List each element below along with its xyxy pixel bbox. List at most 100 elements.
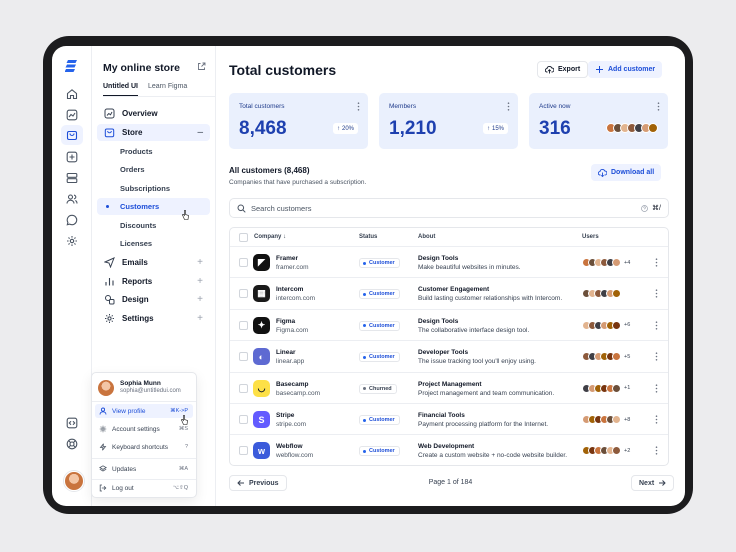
sidebar-subitem-products[interactable]: Products — [97, 143, 210, 160]
tab-learn-figma[interactable]: Learn Figma — [148, 83, 187, 96]
search-input[interactable]: Search customers ⌘/ — [229, 198, 669, 218]
more-vertical-icon[interactable] — [655, 321, 658, 330]
about-description: Project management and team communicatio… — [418, 389, 555, 397]
sidebar-subitem-orders[interactable]: Orders — [97, 161, 210, 178]
next-button[interactable]: Next — [631, 475, 675, 491]
layers-icon — [99, 465, 107, 473]
table-row[interactable]: S Stripe stripe.com Customer Financial Tools… — [230, 404, 668, 436]
row-checkbox[interactable] — [239, 352, 248, 362]
table-row[interactable]: ✦ Figma Figma.com Customer Design Tools The c… — [230, 310, 668, 342]
export-button[interactable]: Export — [537, 61, 589, 78]
select-all-checkbox[interactable] — [239, 233, 248, 242]
home-icon[interactable] — [66, 88, 78, 100]
expand-icon[interactable]: + — [197, 276, 203, 287]
more-vertical-icon[interactable] — [657, 102, 660, 111]
icon-rail — [52, 46, 92, 506]
more-vertical-icon[interactable] — [655, 258, 658, 267]
sidebar-item-design[interactable]: Design + — [97, 291, 210, 308]
tab-untitled-ui[interactable]: Untitled UI — [103, 83, 138, 96]
add-customer-button[interactable]: Add customer — [588, 61, 663, 78]
arrow-up-icon: ↑ — [486, 125, 490, 132]
sidebar-item-emails[interactable]: Emails + — [97, 254, 210, 271]
stat-card-active-now: Active now 316 — [529, 93, 668, 149]
sidebar-subitem-customers[interactable]: Customers — [97, 198, 210, 215]
help-circle-icon[interactable] — [641, 204, 648, 212]
sidebar-item-label: Settings — [122, 314, 154, 323]
chat-icon[interactable] — [66, 214, 78, 226]
table-row[interactable]: ◐ Linear linear.app Customer Developer Tools… — [230, 341, 668, 373]
view-profile-menu-item[interactable]: View profile ⌘K->P — [95, 404, 193, 418]
gear-icon — [104, 313, 115, 324]
sidebar-subitem-licenses[interactable]: Licenses — [97, 235, 210, 252]
table-row[interactable]: ▦ Intercom intercom.com Customer Customer En… — [230, 278, 668, 310]
store-bag-icon[interactable] — [61, 125, 83, 145]
table-row[interactable]: ◤ Framer framer.com Customer Design Tools Mak… — [230, 247, 668, 279]
sidebar-subitem-discounts[interactable]: Discounts — [97, 217, 210, 234]
row-checkbox[interactable] — [239, 383, 248, 393]
updates-menu-item[interactable]: Updates ⌘A — [95, 462, 193, 476]
customers-table: Company ↓ Status About Users ◤ Framer fram… — [229, 227, 669, 466]
sidebar-item-label: Overview — [122, 109, 158, 118]
add-square-icon[interactable] — [66, 151, 78, 163]
status-badge: Churned — [359, 383, 397, 394]
more-vertical-icon[interactable] — [655, 383, 658, 393]
more-vertical-icon[interactable] — [655, 289, 658, 298]
column-users: Users — [582, 234, 599, 240]
more-vertical-icon[interactable] — [655, 446, 658, 455]
stat-label: Members — [389, 103, 417, 110]
avatar — [612, 383, 621, 393]
sidebar-item-reports[interactable]: Reports + — [97, 273, 210, 290]
page-title: Total customers — [229, 62, 337, 78]
code-icon[interactable] — [66, 417, 78, 429]
more-vertical-icon[interactable] — [507, 102, 510, 111]
avatar — [98, 380, 114, 396]
log-out-menu-item[interactable]: Log out ⌥⇧Q — [95, 481, 193, 495]
table-row[interactable]: w Webflow webflow.com Customer Web Developme… — [230, 435, 668, 465]
users-icon[interactable] — [66, 193, 78, 205]
company-logo-icon: ◤ — [253, 254, 270, 271]
expand-icon[interactable]: + — [197, 294, 203, 305]
collapse-icon[interactable]: – — [197, 127, 203, 138]
avatar[interactable] — [64, 471, 84, 491]
about-description: Build lasting customer relationships wit… — [418, 295, 563, 303]
more-vertical-icon[interactable] — [655, 415, 658, 424]
sidebar-item-settings[interactable]: Settings + — [97, 310, 210, 327]
row-checkbox[interactable] — [239, 446, 248, 456]
row-checkbox[interactable] — [239, 320, 248, 330]
more-users-count: +4 — [624, 259, 631, 266]
gear-icon[interactable] — [66, 235, 78, 247]
column-company[interactable]: Company ↓ — [254, 234, 286, 240]
active-users-avatar-group — [606, 123, 658, 133]
sidebar-item-overview[interactable]: Overview — [97, 105, 210, 122]
arrow-down-icon: ↓ — [283, 234, 287, 240]
sidebar-item-store[interactable]: Store – — [97, 124, 210, 141]
external-link-icon[interactable] — [197, 62, 206, 71]
search-placeholder: Search customers — [251, 203, 312, 213]
more-vertical-icon[interactable] — [655, 352, 658, 361]
expand-icon[interactable]: + — [197, 313, 203, 324]
section-subtitle: Companies that have purchased a subscrip… — [229, 179, 367, 186]
stat-card-total-customers: Total customers 8,468 ↑ 20% — [229, 93, 368, 149]
more-vertical-icon[interactable] — [357, 102, 360, 111]
cloud-download-icon — [598, 169, 607, 177]
row-checkbox[interactable] — [239, 289, 248, 299]
account-menu: Sophia Munn sophia@untitledui.com View p… — [91, 372, 197, 498]
about-title: Design Tools — [418, 317, 459, 325]
sidebar-subitem-subscriptions[interactable]: Subscriptions — [97, 180, 210, 197]
table-row[interactable]: ◡ Basecamp basecamp.com Churned Project Mana… — [230, 373, 668, 404]
avatar — [612, 320, 621, 330]
about-description: Create a custom website + no-code websit… — [418, 452, 568, 460]
page-indicator: Page 1 of 184 — [428, 479, 473, 486]
support-icon[interactable] — [66, 438, 78, 450]
row-checkbox[interactable] — [239, 415, 248, 424]
row-checkbox[interactable] — [239, 258, 248, 267]
gear-icon — [99, 425, 107, 433]
layers-icon[interactable] — [66, 172, 78, 184]
chart-icon[interactable] — [66, 109, 78, 121]
account-settings-menu-item[interactable]: Account settings ⌘S — [95, 422, 193, 436]
download-all-button[interactable]: Download all — [591, 164, 662, 181]
about-description: Payment processing platform for the Inte… — [418, 421, 549, 428]
company-domain: linear.app — [276, 358, 305, 366]
keyboard-shortcuts-menu-item[interactable]: Keyboard shortcuts ? — [95, 440, 193, 454]
expand-icon[interactable]: + — [197, 257, 203, 268]
